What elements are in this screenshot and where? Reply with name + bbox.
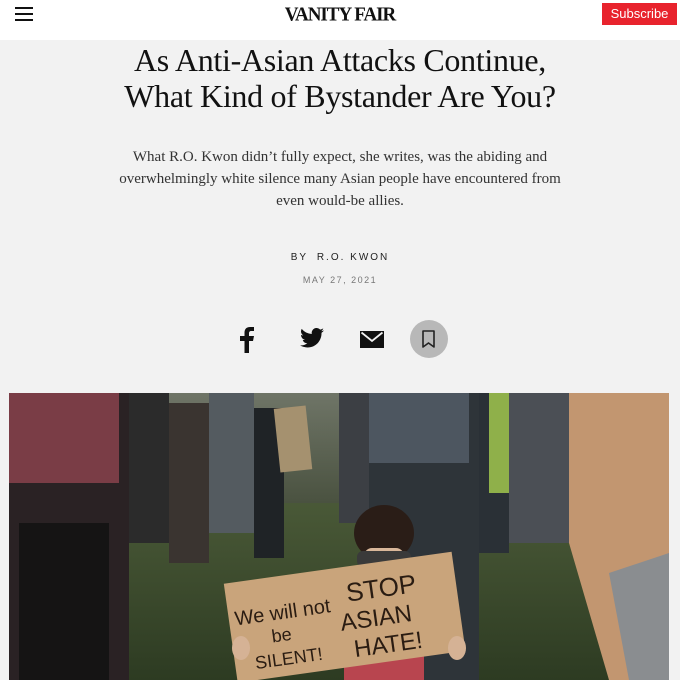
author-link[interactable]: R.O. KWON <box>317 252 389 263</box>
sign-text-2: be <box>270 624 293 647</box>
byline-prefix: BY <box>290 252 309 263</box>
subscribe-button[interactable]: Subscribe <box>602 3 677 25</box>
headline-line-1: As Anti-Asian Attacks Continue, <box>133 42 546 78</box>
email-share-button[interactable] <box>360 331 384 369</box>
article-dek: What R.O. Kwon didn’t fully expect, she … <box>119 149 561 209</box>
headline-line-2: What Kind of Bystander Are You? <box>124 78 556 114</box>
email-icon <box>360 331 384 348</box>
article-hero-image: We will not be SILENT! STOP ASIAN HATE! <box>9 393 669 680</box>
site-logo[interactable]: VANITY FAIR <box>0 3 680 26</box>
twitter-icon <box>300 328 324 348</box>
top-nav-bar: VANITY FAIR Subscribe <box>0 0 680 40</box>
bookmark-icon <box>422 330 435 348</box>
bookmark-button[interactable] <box>410 320 448 358</box>
facebook-share-button[interactable] <box>240 327 254 365</box>
article-headline: As Anti-Asian Attacks Continue, What Kin… <box>60 42 620 114</box>
facebook-icon <box>240 327 254 353</box>
twitter-share-button[interactable] <box>300 328 324 366</box>
byline: BY R.O. KWON <box>0 252 680 263</box>
protest-photo: We will not be SILENT! STOP ASIAN HATE! <box>9 393 669 680</box>
publish-date: MAY 27, 2021 <box>302 275 378 285</box>
